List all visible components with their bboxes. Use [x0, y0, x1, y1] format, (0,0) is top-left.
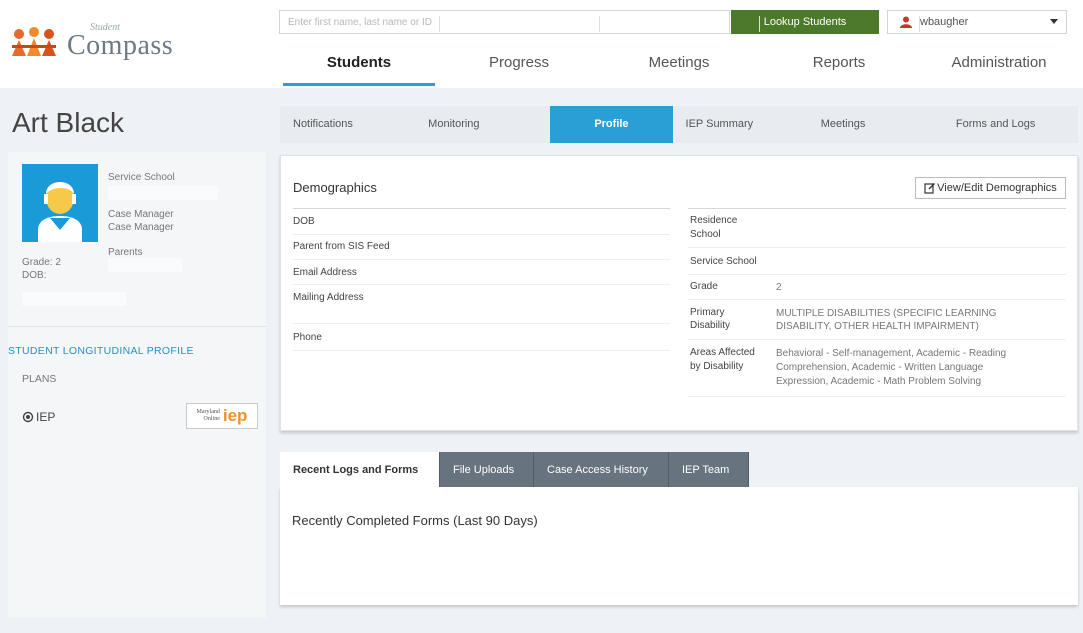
- demographics-title: Demographics: [293, 180, 377, 195]
- divider: [688, 208, 1066, 209]
- logo-text: Compass: [67, 30, 174, 61]
- grade-field-value: 2: [776, 282, 782, 293]
- student-sub-nav: Notifications Monitoring Profile IEP Sum…: [280, 106, 1078, 143]
- student-avatar: [22, 164, 98, 242]
- tab-case-access-history[interactable]: Case Access History: [534, 452, 669, 488]
- nav-administration[interactable]: Administration: [919, 40, 1079, 86]
- nav-divider: [439, 16, 440, 32]
- divider: [293, 323, 670, 324]
- user-icon: [900, 16, 912, 28]
- case-manager-value: Case Manager: [108, 222, 174, 233]
- view-edit-demographics-label: View/Edit Demographics: [937, 182, 1057, 194]
- tab-file-uploads[interactable]: File Uploads: [440, 452, 534, 488]
- app-logo[interactable]: Student Compass: [10, 18, 180, 68]
- divider: [293, 350, 670, 351]
- nav-reports[interactable]: Reports: [759, 40, 919, 86]
- divider: [688, 247, 1066, 248]
- iep-plan-link[interactable]: IEP: [22, 410, 55, 424]
- parents-value: [108, 258, 182, 272]
- view-edit-demographics-button[interactable]: View/Edit Demographics: [915, 177, 1066, 199]
- primary-disability-value-line2: DISABILITY, OTHER HEALTH IMPAIRMENT): [776, 321, 979, 332]
- edit-icon: [924, 183, 936, 194]
- tab-profile[interactable]: Profile: [550, 106, 673, 143]
- primary-disability-value-line1: MULTIPLE DISABILITIES (SPECIFIC LEARNING: [776, 308, 997, 319]
- divider: [293, 234, 670, 235]
- radio-circle-icon: [22, 411, 34, 423]
- areas-affected-value-line2: Comprehension, Academic - Written Langua…: [776, 362, 984, 373]
- service-school-value: [108, 186, 218, 200]
- iep-logo-text-maryland: Maryland: [196, 409, 220, 415]
- nav-divider: [759, 16, 760, 32]
- service-school-label: Service School: [108, 172, 175, 183]
- maryland-online-iep-logo[interactable]: Maryland Online iep: [186, 403, 258, 429]
- phone-field-label: Phone: [293, 332, 322, 343]
- student-longitudinal-profile-link[interactable]: STUDENT LONGITUDINAL PROFILE: [8, 345, 194, 357]
- divider: [688, 299, 1066, 300]
- nav-divider: [919, 16, 920, 32]
- grade-field-label: Grade: [690, 281, 718, 292]
- iep-logo-text-online: Online: [203, 416, 220, 422]
- areas-affected-value-line1: Behavioral - Self-management, Academic -…: [776, 348, 1007, 359]
- residence-school-label-line2: School: [690, 229, 721, 240]
- people-logo-icon: [12, 27, 56, 56]
- nav-divider: [599, 16, 600, 32]
- tab-recent-logs-and-forms[interactable]: Recent Logs and Forms: [280, 452, 440, 488]
- service-school-field-label: Service School: [690, 256, 757, 267]
- divider: [293, 259, 670, 260]
- tab-monitoring[interactable]: Monitoring: [415, 106, 550, 143]
- nav-students[interactable]: Students: [279, 40, 439, 86]
- nav-progress[interactable]: Progress: [439, 40, 599, 86]
- divider: [293, 208, 670, 209]
- tab-notifications[interactable]: Notifications: [280, 106, 415, 143]
- main-nav: Students Progress Meetings Reports Admin…: [279, 40, 1079, 86]
- recent-forms-title: Recently Completed Forms (Last 90 Days): [292, 513, 538, 528]
- divider: [8, 326, 266, 327]
- nav-meetings[interactable]: Meetings: [599, 40, 759, 86]
- dob-field-label: DOB: [293, 216, 315, 227]
- tab-iep-team[interactable]: IEP Team: [669, 452, 749, 488]
- areas-affected-label-line2: by Disability: [690, 361, 744, 372]
- student-search-box[interactable]: [279, 10, 730, 34]
- tab-meetings[interactable]: Meetings: [808, 106, 943, 143]
- areas-affected-label-line1: Areas Affected: [690, 347, 755, 358]
- user-menu[interactable]: wbaugher: [887, 10, 1067, 34]
- bottom-tabs: Recent Logs and Forms File Uploads Case …: [280, 452, 749, 488]
- student-name-heading: Art Black: [12, 107, 125, 138]
- email-field-label: Email Address: [293, 267, 357, 278]
- recent-forms-card: [280, 487, 1078, 605]
- parents-label: Parents: [108, 247, 143, 258]
- case-manager-label: Case Manager: [108, 209, 174, 220]
- divider: [688, 339, 1066, 340]
- chevron-down-icon: [1050, 19, 1058, 24]
- user-name: wbaugher: [920, 16, 969, 28]
- dob-label: DOB:: [22, 270, 47, 281]
- divider: [688, 274, 1066, 275]
- iep-logo-text-iep: iep: [222, 406, 248, 425]
- dob-value: [22, 292, 126, 306]
- divider: [293, 284, 670, 285]
- tab-forms-and-logs[interactable]: Forms and Logs: [943, 106, 1078, 143]
- residence-school-label-line1: Residence: [690, 215, 738, 226]
- primary-disability-label-line2: Disability: [690, 320, 731, 331]
- lookup-students-button[interactable]: Lookup Students: [731, 10, 879, 34]
- parent-sis-field-label: Parent from SIS Feed: [293, 241, 390, 252]
- student-search-input[interactable]: [280, 11, 729, 33]
- grade-label: Grade: 2: [22, 257, 61, 268]
- student-avatar-icon: [22, 164, 98, 242]
- plans-label: PLANS: [22, 373, 57, 385]
- mailing-address-field-label: Mailing Address: [293, 292, 364, 303]
- tab-iep-summary[interactable]: IEP Summary: [673, 106, 808, 143]
- primary-disability-label-line1: Primary: [690, 307, 725, 318]
- iep-label: IEP: [36, 410, 56, 424]
- divider: [688, 396, 1066, 397]
- areas-affected-value-line3: Expression, Academic - Math Problem Solv…: [776, 376, 982, 387]
